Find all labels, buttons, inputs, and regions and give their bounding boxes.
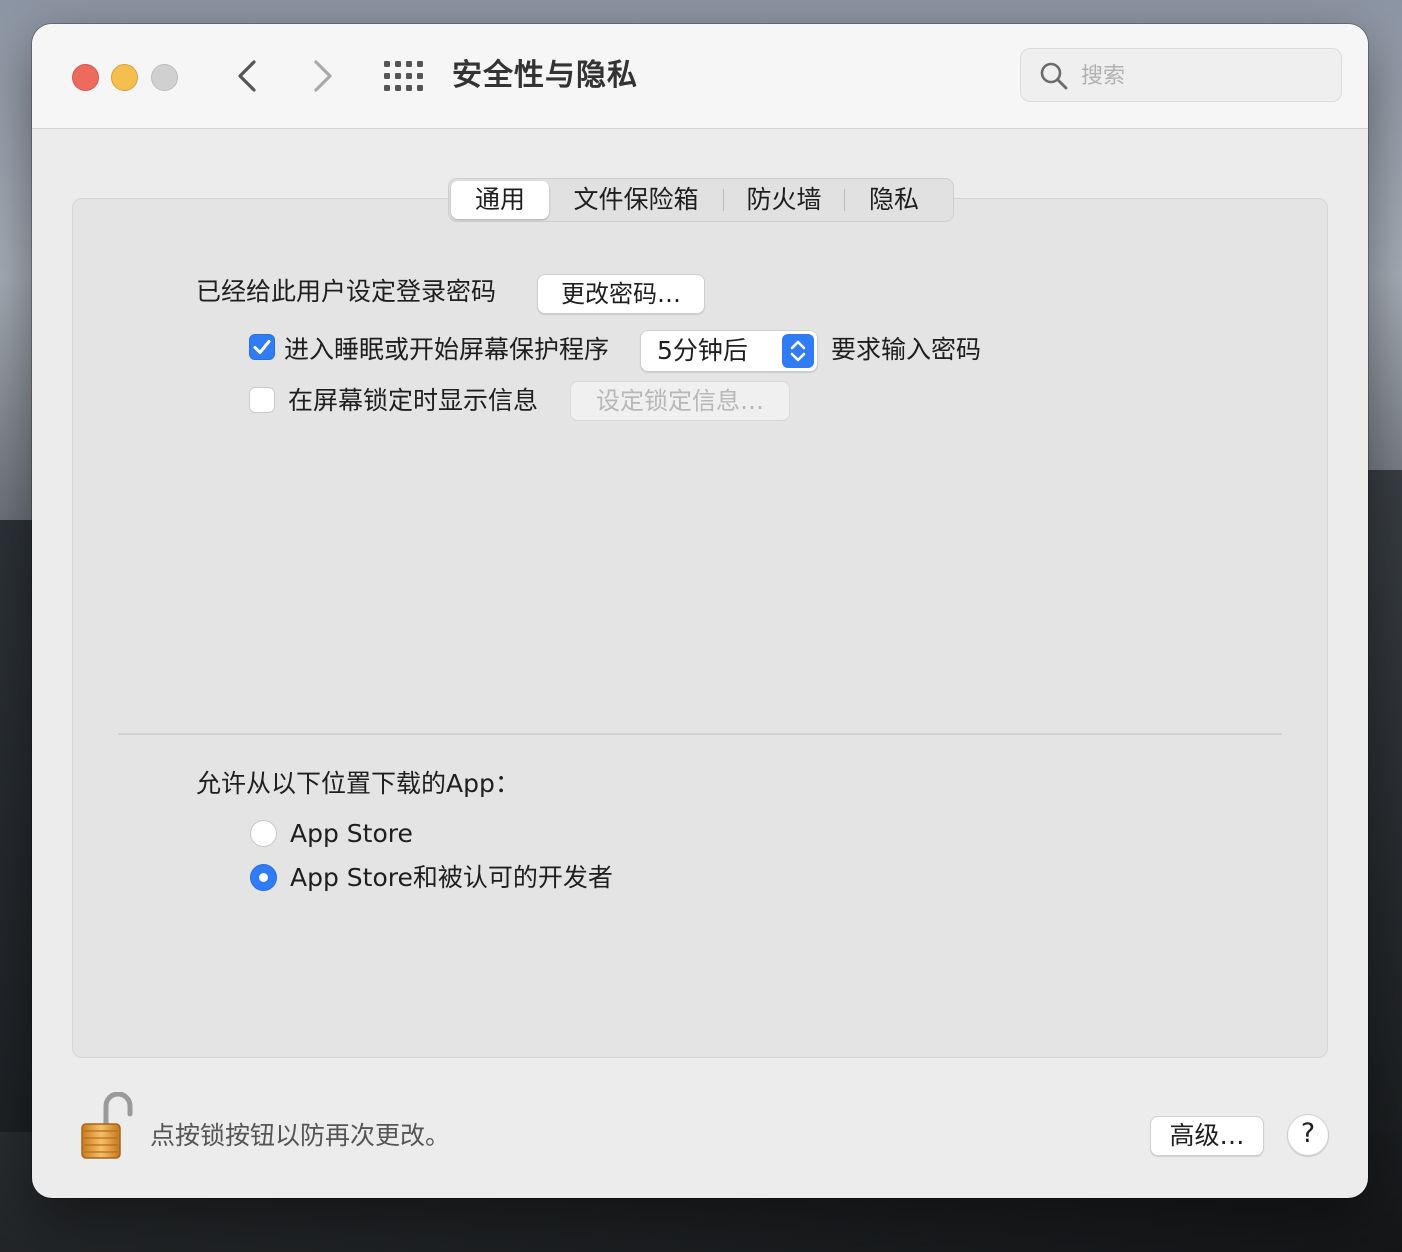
chevron-right-icon xyxy=(314,60,332,92)
tab-privacy[interactable]: 隐私 xyxy=(845,181,943,219)
grid-icon xyxy=(384,61,423,91)
up-down-arrows-icon xyxy=(782,334,814,368)
zoom-button[interactable] xyxy=(151,64,178,91)
tab-filevault[interactable]: 文件保险箱 xyxy=(549,181,723,219)
advanced-button[interactable]: 高级… xyxy=(1150,1116,1264,1156)
password-delay-select[interactable]: 5分钟后 xyxy=(640,330,818,372)
radio-app-store-label: App Store xyxy=(290,819,413,848)
back-button[interactable] xyxy=(230,56,266,96)
radio-app-store-identified-developers[interactable] xyxy=(250,864,277,891)
titlebar: 安全性与隐私 xyxy=(32,24,1368,129)
search-field[interactable] xyxy=(1020,48,1342,102)
forward-button[interactable] xyxy=(304,56,340,96)
show-lock-message-checkbox[interactable] xyxy=(249,387,275,413)
password-set-label: 已经给此用户设定登录密码 xyxy=(196,277,497,306)
checkmark-icon xyxy=(253,340,271,354)
section-divider xyxy=(118,733,1282,735)
radio-app-store[interactable] xyxy=(250,820,277,847)
require-password-checkbox[interactable] xyxy=(249,334,275,360)
tab-bar: 通用 文件保险箱 防火墙 隐私 xyxy=(448,178,954,222)
show-lock-message-label: 在屏幕锁定时显示信息 xyxy=(288,386,539,415)
window-title: 安全性与隐私 xyxy=(452,58,638,93)
allow-downloads-label: 允许从以下位置下载的App： xyxy=(196,769,520,798)
close-button[interactable] xyxy=(72,64,99,91)
require-password-suffix: 要求输入密码 xyxy=(831,335,982,364)
unlocked-padlock-icon xyxy=(81,1092,133,1159)
minimize-button[interactable] xyxy=(111,64,138,91)
tab-general[interactable]: 通用 xyxy=(451,181,549,219)
help-button[interactable]: ? xyxy=(1287,1114,1329,1156)
security-privacy-window: 安全性与隐私 通用 文件保险箱 防火墙 隐私 已经给此用户设定登录密码 更改密码… xyxy=(32,24,1368,1198)
tab-firewall[interactable]: 防火墙 xyxy=(724,181,844,219)
set-lock-message-button[interactable]: 设定锁定信息… xyxy=(570,381,790,421)
lock-button[interactable] xyxy=(78,1092,134,1162)
search-input[interactable] xyxy=(1079,57,1323,95)
show-all-button[interactable] xyxy=(384,61,424,91)
content-panel xyxy=(72,198,1328,1058)
search-icon xyxy=(1040,62,1068,90)
require-password-label: 进入睡眠或开始屏幕保护程序 xyxy=(284,335,610,364)
password-delay-value: 5分钟后 xyxy=(657,336,748,365)
chevron-left-icon xyxy=(238,60,256,92)
lock-hint-text: 点按锁按钮以防再次更改。 xyxy=(150,1121,451,1150)
change-password-button[interactable]: 更改密码… xyxy=(537,274,705,314)
radio-app-store-identified-developers-label: App Store和被认可的开发者 xyxy=(290,863,613,892)
